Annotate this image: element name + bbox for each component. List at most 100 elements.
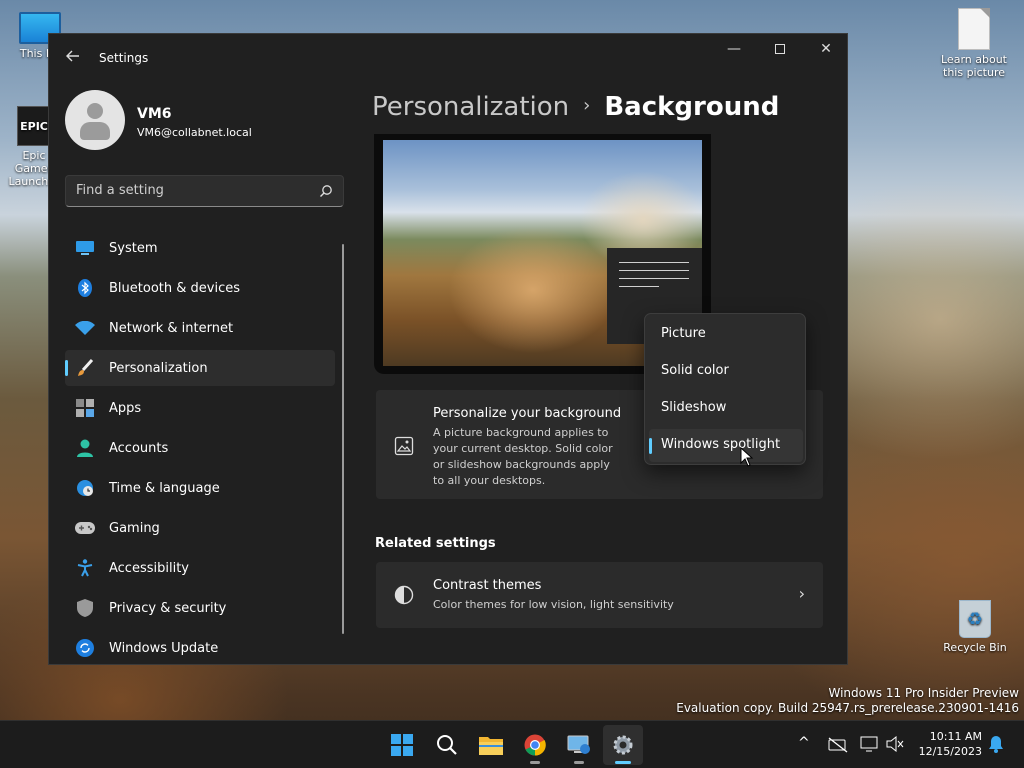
dropdown-option-slideshow[interactable]: Slideshow <box>649 392 803 425</box>
contrast-icon <box>394 585 414 605</box>
sidebar-item-label: Gaming <box>109 520 160 536</box>
sidebar-item-system[interactable]: System <box>65 230 335 266</box>
preview-line <box>619 270 689 271</box>
sidebar-item-gaming[interactable]: Gaming <box>65 510 335 546</box>
sidebar-item-time-language[interactable]: Time & language <box>65 470 335 506</box>
update-icon <box>75 638 95 658</box>
shield-icon <box>75 598 95 618</box>
notification-bell-icon[interactable] <box>988 735 1004 753</box>
breadcrumb-separator: › <box>583 95 591 116</box>
maximize-icon <box>775 44 785 54</box>
sidebar-item-label: Time & language <box>109 480 220 496</box>
sidebar-item-privacy[interactable]: Privacy & security <box>65 590 335 626</box>
close-icon: ✕ <box>820 41 832 57</box>
system-icon <box>75 238 95 258</box>
desktop-icon-label: Recycle Bin <box>943 641 1007 654</box>
sidebar-item-label: System <box>109 240 158 256</box>
accessibility-icon <box>75 558 95 578</box>
epic-games-icon: EPIC <box>17 106 51 146</box>
dropdown-option-solid-color[interactable]: Solid color <box>649 355 803 388</box>
taskbar: ^ 10:11 AM 12/15/2023 <box>0 720 1024 768</box>
chevron-up-icon: ^ <box>798 735 810 751</box>
sidebar-item-windows-update[interactable]: Windows Update <box>65 630 335 664</box>
preview-line <box>619 286 659 287</box>
mouse-cursor-icon <box>740 447 754 467</box>
window-title: Settings <box>99 51 149 65</box>
contrast-themes-card[interactable]: Contrast themes Color themes for low vis… <box>376 562 823 628</box>
taskbar-search-button[interactable] <box>427 725 467 765</box>
remote-desktop-button[interactable] <box>559 725 599 765</box>
chrome-icon <box>524 734 546 756</box>
minimize-button[interactable]: — <box>711 34 757 66</box>
start-button[interactable] <box>382 725 422 765</box>
desktop-icon-learn-picture[interactable]: Learn about this picture <box>934 8 1014 79</box>
sidebar-item-network[interactable]: Network & internet <box>65 310 335 346</box>
clock-time: 10:11 AM <box>929 730 982 743</box>
preview-line <box>619 262 689 263</box>
network-disconnected-icon[interactable] <box>828 737 848 753</box>
preview-line <box>619 278 689 279</box>
display-icon[interactable] <box>860 736 878 752</box>
image-icon <box>394 436 414 456</box>
desktop-icon-label: Learn about this picture <box>941 53 1007 79</box>
profile-email: VM6@collabnet.local <box>137 126 252 139</box>
search-icon <box>437 735 457 755</box>
gamepad-icon <box>75 518 95 538</box>
breadcrumb: Personalization › Background <box>372 92 779 122</box>
chrome-button[interactable] <box>515 725 555 765</box>
sidebar-item-label: Windows Update <box>109 640 219 656</box>
sidebar-item-personalization[interactable]: Personalization <box>65 350 335 386</box>
show-hidden-icons-button[interactable]: ^ <box>798 735 810 751</box>
search-input[interactable]: Find a setting <box>65 175 344 207</box>
bluetooth-icon <box>75 278 95 298</box>
settings-window: Settings — ✕ VM6 VM6@collabnet.local Fin… <box>48 33 848 665</box>
avatar-body <box>80 122 110 140</box>
windows-start-icon <box>391 734 413 756</box>
sidebar-item-label: Apps <box>109 400 142 416</box>
page-title: Background <box>604 92 780 122</box>
background-type-dropdown[interactable]: Picture Solid color Slideshow Windows sp… <box>644 313 806 465</box>
sidebar-item-accounts[interactable]: Accounts <box>65 430 335 466</box>
back-arrow-icon <box>66 50 79 62</box>
evaluation-watermark: Windows 11 Pro Insider Preview Evaluatio… <box>676 686 1019 716</box>
wifi-icon <box>75 318 95 338</box>
apps-icon <box>75 398 95 418</box>
dropdown-option-windows-spotlight[interactable]: Windows spotlight <box>649 429 803 462</box>
card-description: Color themes for low vision, light sensi… <box>433 598 674 611</box>
back-button[interactable] <box>63 48 83 68</box>
sidebar-scrollbar[interactable] <box>342 244 344 634</box>
related-settings-heading: Related settings <box>375 536 496 551</box>
accounts-icon <box>75 438 95 458</box>
sidebar-item-label: Privacy & security <box>109 600 227 616</box>
search-icon[interactable] <box>319 184 333 198</box>
card-title: Contrast themes <box>433 578 542 593</box>
sidebar-item-bluetooth[interactable]: Bluetooth & devices <box>65 270 335 306</box>
sidebar-item-label: Accessibility <box>109 560 189 576</box>
running-indicator <box>574 761 584 764</box>
file-icon <box>958 8 990 50</box>
avatar-head <box>87 103 103 119</box>
watermark-line-1: Windows 11 Pro Insider Preview <box>828 686 1019 700</box>
watermark-line-2: Evaluation copy. Build 25947.rs_prerelea… <box>676 701 1019 715</box>
breadcrumb-parent[interactable]: Personalization <box>372 92 569 122</box>
clock-date: 12/15/2023 <box>918 745 982 758</box>
settings-gear-icon <box>613 735 633 755</box>
file-explorer-icon <box>479 737 503 755</box>
maximize-button[interactable] <box>757 34 803 66</box>
sidebar-item-accessibility[interactable]: Accessibility <box>65 550 335 586</box>
dropdown-option-picture[interactable]: Picture <box>649 318 803 351</box>
settings-taskbar-button[interactable] <box>603 725 643 765</box>
recycle-bin-icon: ♻ <box>959 600 991 638</box>
title-bar[interactable]: Settings — ✕ <box>49 34 847 82</box>
card-title: Personalize your background <box>433 406 622 421</box>
minimize-icon: — <box>727 41 741 57</box>
file-explorer-button[interactable] <box>471 725 511 765</box>
volume-muted-icon[interactable] <box>886 736 904 752</box>
avatar[interactable] <box>65 90 125 150</box>
brush-icon <box>75 358 95 378</box>
desktop-icon-recycle-bin[interactable]: ♻ Recycle Bin <box>935 600 1015 654</box>
running-indicator <box>615 761 631 764</box>
taskbar-clock[interactable]: 10:11 AM 12/15/2023 <box>914 729 982 759</box>
close-button[interactable]: ✕ <box>803 34 847 66</box>
sidebar-item-apps[interactable]: Apps <box>65 390 335 426</box>
